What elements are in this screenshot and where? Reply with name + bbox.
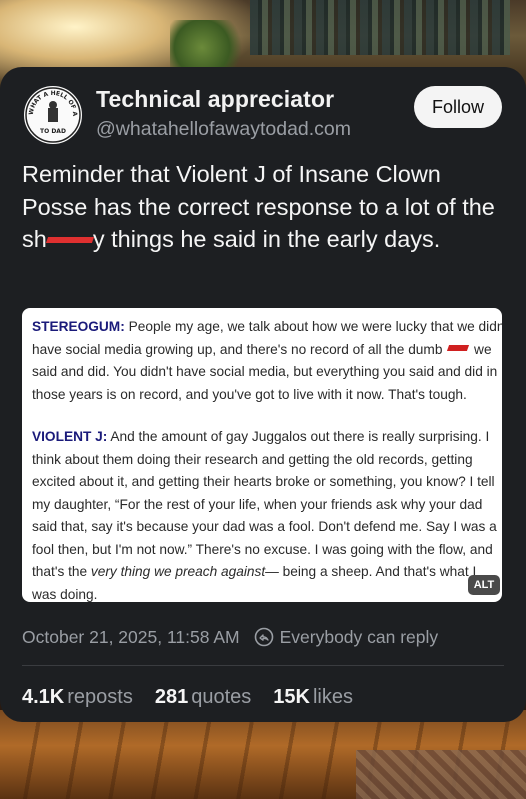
- follow-button[interactable]: Follow: [414, 86, 502, 128]
- rug-decoration: [356, 750, 526, 799]
- redaction-mark: [447, 344, 470, 351]
- quote-line-italic: very thing we preach against: [90, 564, 266, 579]
- background-scene-bottom: [0, 710, 526, 799]
- quote-line: said that, say it's because your dad was…: [32, 519, 497, 534]
- post-body: Reminder that Violent J of Insane Clown …: [22, 158, 512, 256]
- quote-line: have social media growing up, and there'…: [32, 341, 447, 357]
- likes-stat[interactable]: 15K likes: [273, 686, 353, 709]
- likes-label: likes: [312, 686, 353, 708]
- post-meta: October 21, 2025, 11:58 AM Everybody can…: [22, 625, 438, 649]
- quotes-stat[interactable]: 281 quotes: [155, 686, 251, 709]
- quote-line: those years is on record, and you've got…: [32, 386, 467, 402]
- reply-setting-icon: [254, 627, 273, 647]
- quote-paragraph-stereogum: STEREOGUM: People my age, we talk about …: [32, 316, 502, 406]
- quote-line: excited about it, and getting their hear…: [32, 474, 495, 489]
- avatar-logo-icon: WHAT A HELL OF A WAY TO DAD: [24, 86, 81, 143]
- reposts-label: reposts: [67, 686, 133, 708]
- reply-setting-label[interactable]: Everybody can reply: [280, 627, 439, 648]
- engagement-stats: 4.1K reposts 281 quotes 15K likes: [22, 686, 375, 712]
- speaker-label: STEREOGUM:: [32, 319, 125, 334]
- quote-line: think about them doing their research an…: [32, 451, 473, 467]
- redaction-mark: [47, 228, 93, 250]
- alt-text-button[interactable]: ALT: [468, 575, 500, 595]
- quote-line: And the amount of gay Juggalos out there…: [107, 429, 490, 444]
- quote-line: my daughter, “For the rest of your life,…: [32, 496, 483, 512]
- divider: [22, 665, 504, 666]
- quote-line: said and did. You didn't have social med…: [32, 364, 498, 379]
- reposts-stat[interactable]: 4.1K reposts: [22, 686, 133, 709]
- post-timestamp[interactable]: October 21, 2025, 11:58 AM: [22, 627, 240, 648]
- quotes-count: 281: [154, 686, 189, 708]
- quote-line: fool then, but I'm not now.” There's no …: [32, 541, 493, 557]
- post-text-part2: y things he said in the early days.: [92, 226, 441, 252]
- quote-paragraph-violent-j: VIOLENT J: And the amount of gay Juggalo…: [32, 426, 500, 602]
- quote-line: that's the: [32, 564, 91, 579]
- avatar-bottom-text: TO DAD: [40, 128, 66, 135]
- likes-count: 15K: [273, 686, 310, 708]
- quote-image[interactable]: STEREOGUM: People my age, we talk about …: [22, 308, 502, 602]
- bookshelf-decoration: [250, 0, 510, 55]
- speaker-label: VIOLENT J:: [32, 429, 108, 444]
- quote-line: we: [470, 341, 492, 357]
- avatar[interactable]: WHAT A HELL OF A WAY TO DAD: [22, 84, 84, 146]
- quote-line: — being a sheep. And that's what I: [265, 564, 477, 579]
- author-handle[interactable]: @whatahellofawaytodad.com: [96, 118, 351, 141]
- quotes-label: quotes: [191, 686, 252, 708]
- quote-line: People my age, we talk about how we were…: [124, 319, 502, 334]
- quote-line: was doing.: [32, 586, 98, 602]
- author-name[interactable]: Technical appreciator: [96, 86, 334, 113]
- reposts-count: 4.1K: [22, 686, 65, 708]
